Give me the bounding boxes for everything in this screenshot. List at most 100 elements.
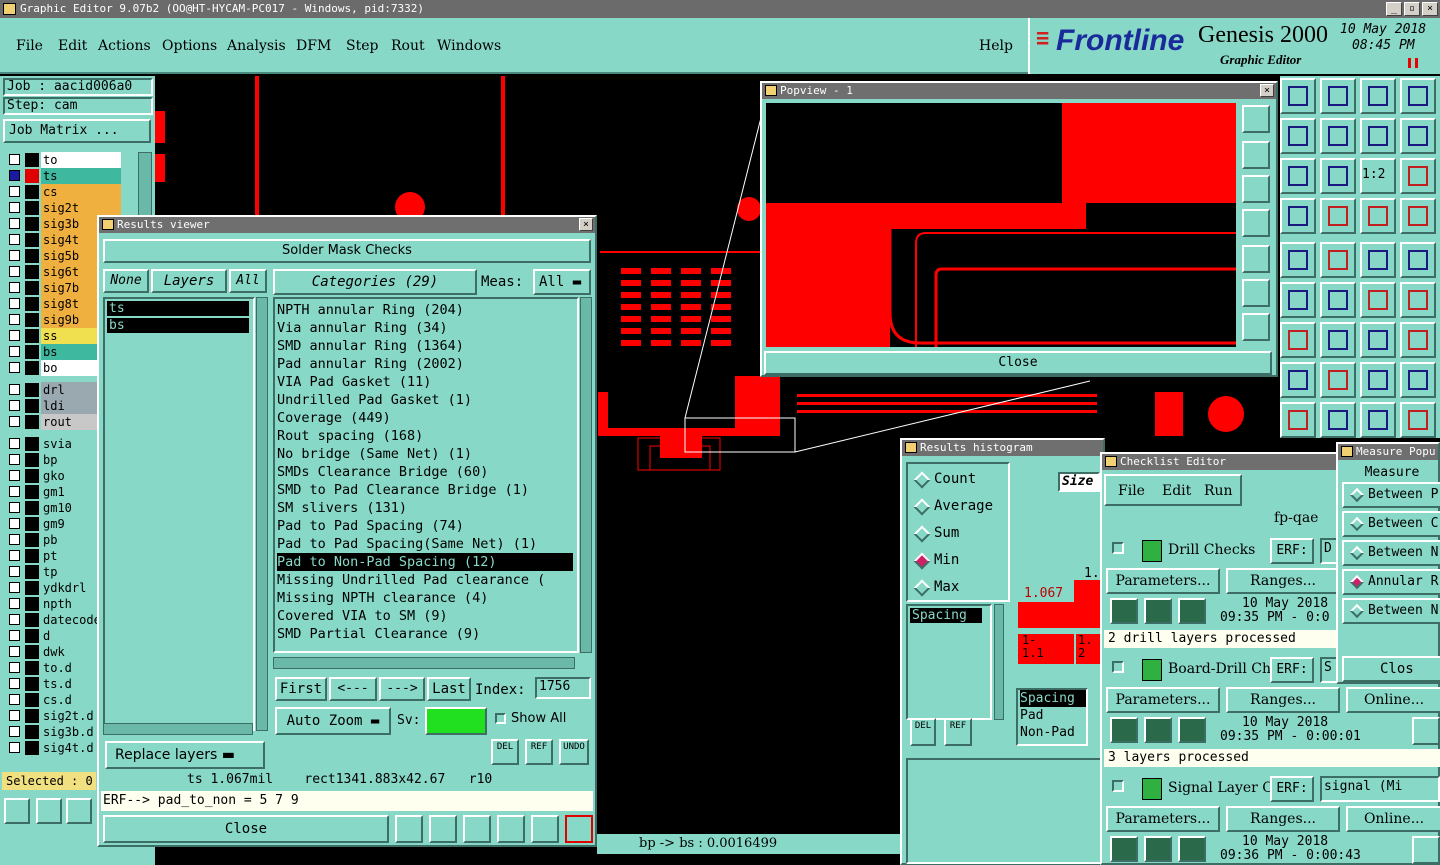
layer-name[interactable]: to: [41, 152, 121, 168]
layer-color-swatch[interactable]: [25, 361, 39, 375]
category-item[interactable]: Missing NPTH clearance (4): [277, 589, 573, 607]
menu-dfm[interactable]: DFM: [296, 38, 331, 54]
tool-a-icon[interactable]: [1360, 402, 1396, 438]
layer-checkbox[interactable]: [9, 678, 20, 689]
run-icon[interactable]: [1178, 598, 1206, 624]
layer-color-swatch[interactable]: [25, 709, 39, 723]
check-ranges-button[interactable]: Ranges...: [1226, 687, 1340, 713]
run-icon[interactable]: [1110, 836, 1138, 862]
layer-checkbox[interactable]: [9, 250, 20, 261]
tool-pan-left-icon[interactable]: [1280, 118, 1316, 154]
tool-ruler-icon[interactable]: [1360, 242, 1396, 278]
layer-list-vscroll[interactable]: [256, 297, 268, 731]
result-layer-item[interactable]: ts: [107, 301, 249, 316]
layer-color-swatch[interactable]: [25, 415, 39, 429]
tool-building-icon[interactable]: [1360, 78, 1396, 114]
tool-snap-icon[interactable]: [1280, 198, 1316, 234]
tool-probe-icon[interactable]: [1320, 198, 1356, 234]
layer-checkbox[interactable]: [9, 726, 20, 737]
tool-arc-icon[interactable]: [1360, 322, 1396, 358]
tool-split-icon[interactable]: [1400, 322, 1436, 358]
menu-edit[interactable]: Edit: [58, 38, 87, 54]
maximize-button[interactable]: ▫: [1404, 2, 1420, 16]
layer-checkbox[interactable]: [9, 362, 20, 373]
tool-circle-icon[interactable]: [1400, 242, 1436, 278]
category-item[interactable]: Pad to Pad Spacing (74): [277, 517, 573, 535]
layer-color-swatch[interactable]: [25, 153, 39, 167]
layer-color-swatch[interactable]: [25, 581, 39, 595]
layer-color-swatch[interactable]: [25, 345, 39, 359]
show-all-checkbox[interactable]: [495, 713, 506, 724]
menu-options[interactable]: Options: [162, 38, 217, 54]
results-viewer-close-icon[interactable]: ×: [579, 218, 593, 231]
layer-checkbox[interactable]: [9, 384, 20, 395]
popview-canvas[interactable]: [766, 103, 1236, 347]
layer-name[interactable]: cs: [41, 184, 121, 200]
category-item[interactable]: SMD annular Ring (1364): [277, 337, 573, 355]
tool-window-icon[interactable]: [1400, 78, 1436, 114]
categories-button[interactable]: Categories (29): [273, 269, 477, 295]
category-item[interactable]: SM slivers (131): [277, 499, 573, 517]
measure-radio[interactable]: [1349, 487, 1365, 503]
layer-checkbox[interactable]: [9, 186, 20, 197]
tool-connect-icon[interactable]: [1360, 282, 1396, 318]
run-icon[interactable]: [1144, 717, 1172, 743]
layers-button[interactable]: Layers: [151, 269, 227, 293]
tool-nodes-icon[interactable]: [1280, 282, 1316, 318]
measure-option[interactable]: Between C: [1342, 511, 1440, 537]
layer-color-swatch[interactable]: [25, 185, 39, 199]
layer-color-swatch[interactable]: [25, 437, 39, 451]
layer-color-swatch[interactable]: [25, 281, 39, 295]
menu-file[interactable]: File: [16, 38, 43, 54]
next-button[interactable]: --->: [379, 677, 425, 701]
layer-checkbox[interactable]: [9, 266, 20, 277]
pv-center-icon[interactable]: [1242, 313, 1270, 341]
tool-grid-icon[interactable]: [66, 798, 92, 824]
layer-color-swatch[interactable]: [25, 693, 39, 707]
layer-checkbox[interactable]: [9, 630, 20, 641]
checklist-menu-run[interactable]: Run: [1204, 483, 1233, 499]
check-zoom-icon[interactable]: [1412, 836, 1440, 864]
results-close-button[interactable]: Close: [103, 815, 389, 843]
measure-option[interactable]: Between N: [1342, 540, 1440, 566]
menu-rout[interactable]: Rout: [391, 38, 425, 54]
pv-zoom-in-icon[interactable]: [1242, 141, 1270, 169]
layer-color-swatch[interactable]: [25, 501, 39, 515]
check-erf-value[interactable]: signal (Mi: [1320, 776, 1440, 802]
layer-color-swatch[interactable]: [25, 549, 39, 563]
layer-color-swatch[interactable]: [25, 313, 39, 327]
layer-color-swatch[interactable]: [25, 383, 39, 397]
layer-checkbox[interactable]: [9, 566, 20, 577]
tool-resize-icon[interactable]: [1360, 362, 1396, 398]
tool-minus-icon[interactable]: [1320, 362, 1356, 398]
layer-color-swatch[interactable]: [25, 645, 39, 659]
tool-group-icon[interactable]: [1400, 362, 1436, 398]
check-parameters-button[interactable]: Parameters...: [1106, 687, 1220, 713]
checklist-menu-edit[interactable]: Edit: [1162, 483, 1191, 499]
layer-color-swatch[interactable]: [25, 517, 39, 531]
auto-zoom-select[interactable]: Auto Zoom ▬: [275, 707, 391, 735]
tool-peak-icon[interactable]: [1320, 402, 1356, 438]
layer-checkbox[interactable]: [9, 330, 20, 341]
check-enable-checkbox[interactable]: [1112, 661, 1124, 673]
run-icon[interactable]: [1178, 717, 1206, 743]
category-item[interactable]: Pad annular Ring (2002): [277, 355, 573, 373]
all-layers-button[interactable]: All: [229, 269, 267, 293]
layer-color-swatch[interactable]: [25, 399, 39, 413]
layer-checkbox[interactable]: [9, 154, 20, 165]
measure-radio[interactable]: [1349, 516, 1365, 532]
popview-close-button[interactable]: Close: [764, 351, 1272, 375]
layer-checkbox[interactable]: [9, 438, 20, 449]
erf-icon[interactable]: [463, 815, 491, 843]
layer-color-swatch[interactable]: [25, 677, 39, 691]
layer-color-swatch[interactable]: [25, 661, 39, 675]
checklist-menu-file[interactable]: File: [1118, 483, 1145, 499]
tool-layers-icon[interactable]: [1400, 198, 1436, 234]
layer-color-swatch[interactable]: [25, 297, 39, 311]
layer-checkbox[interactable]: [9, 416, 20, 427]
layer-color-swatch[interactable]: [25, 217, 39, 231]
layer-checkbox[interactable]: [9, 314, 20, 325]
category-item[interactable]: Via annular Ring (34): [277, 319, 573, 337]
layer-name[interactable]: ts: [41, 168, 121, 184]
none-button[interactable]: None: [103, 269, 149, 293]
